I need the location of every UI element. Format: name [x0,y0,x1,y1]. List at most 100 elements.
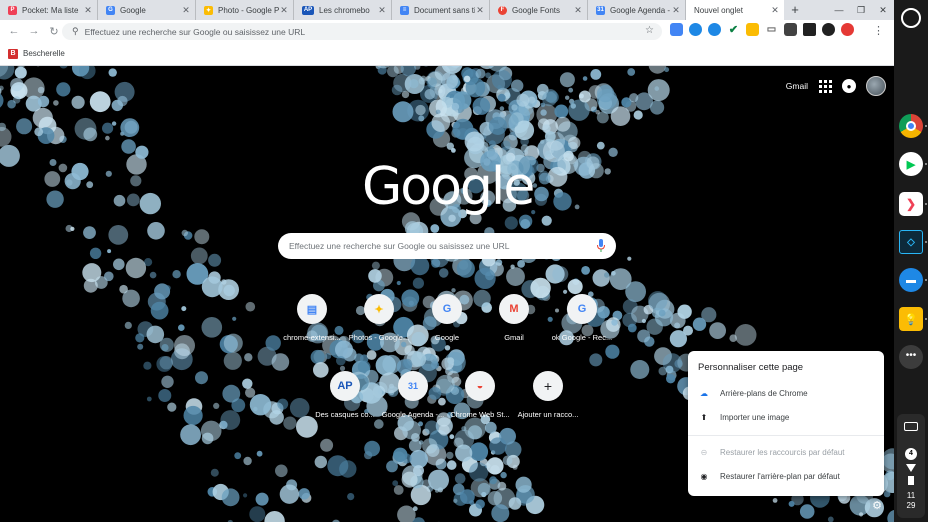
extension-record-icon[interactable] [841,23,854,36]
restore-button[interactable]: ❐ [850,0,872,20]
shortcut-casques[interactable]: AP Des casques co... [309,371,381,419]
shortcut-label: chrome-extensi... [283,333,341,342]
bubble [255,492,269,506]
launcher-button[interactable] [901,8,921,28]
bubble [677,304,692,319]
bubble [397,505,416,522]
bubble [501,140,511,151]
bubble [14,66,27,79]
play-store-icon[interactable]: ▶ [899,152,923,176]
close-icon[interactable]: ✕ [83,5,93,16]
shortcut-label: Chrome Web St... [450,410,510,419]
bubble [629,93,639,103]
extension-dark-icon[interactable] [822,23,835,36]
bubble [183,405,203,426]
bookmark-star-icon[interactable]: ☆ [645,25,654,36]
extension-translate-icon[interactable] [708,23,721,36]
close-icon[interactable]: ✕ [181,5,191,16]
tab-google-agenda[interactable]: 31 Google Agenda - ✕ [588,0,686,20]
keep-app-icon[interactable]: 💡 [899,307,923,331]
bubble [446,451,454,460]
close-icon[interactable]: ✕ [671,5,681,16]
gear-icon[interactable]: ⚙ [872,499,882,512]
shortcut-google-agenda[interactable]: 31 Google Agenda -... [377,371,449,419]
extension-docs-icon[interactable] [670,23,683,36]
customize-title: Personnaliser cette page [698,362,804,373]
microphone-icon[interactable] [597,239,605,253]
bubble [111,121,117,126]
bubble [610,106,631,126]
bubble [46,190,64,208]
close-icon[interactable]: ✕ [770,5,780,16]
shortcut-google[interactable]: G Google [411,294,483,342]
bubble [460,489,475,504]
extension-ruler-icon[interactable]: ▭ [765,23,778,36]
shortcut-ok-google[interactable]: G ok Google - Rec... [546,294,618,342]
shortcut-chrome-extensions[interactable]: ▤ chrome-extensi... [276,294,348,342]
close-icon[interactable]: ✕ [573,5,583,16]
tab-google[interactable]: G Google ✕ [98,0,196,20]
clock-minute: 29 [906,501,916,510]
close-icon[interactable]: ✕ [279,5,289,16]
omnibox[interactable]: ⚲ Effectuez une recherche sur Google ou … [62,23,662,40]
running-indicator [925,163,927,165]
bubble [16,118,33,135]
tab-new-tab[interactable]: Nouvel onglet ✕ [686,0,784,20]
shortcut-chrome-web-store[interactable]: ◒ Chrome Web St... [444,371,516,419]
pocket-app-icon[interactable]: ❯ [899,192,923,216]
restore-background-option[interactable]: ◉ Restaurer l'arrière-plan par défaut [688,464,884,488]
back-button[interactable]: ← [4,25,24,37]
chrome-app-icon[interactable] [899,114,923,138]
wifi-icon [906,464,916,472]
tab-google-fonts[interactable]: F Google Fonts ✕ [490,0,588,20]
bubble [210,468,219,477]
close-icon[interactable]: ✕ [475,5,485,16]
new-tab-button[interactable]: + [784,0,806,20]
extension-pocket-icon[interactable] [803,23,816,36]
extension-eraser-icon[interactable] [784,23,797,36]
bubble [161,344,169,352]
more-apps-icon[interactable]: ••• [899,345,923,369]
google-apps-icon[interactable] [818,79,832,93]
bubble [592,269,610,287]
tab-google-photos[interactable]: ✦ Photo - Google Ph ✕ [196,0,294,20]
upload-image-option[interactable]: ⬆ Importer une image [688,405,884,429]
bubble [424,420,439,435]
clock: 11 29 [897,491,925,511]
status-tray[interactable]: 4 11 29 [897,414,925,518]
reload-button[interactable]: ↻ [44,25,64,38]
google-icon: G [106,5,115,15]
tab-title: Photo - Google Ph [218,5,279,15]
gmail-link[interactable]: Gmail [786,81,808,91]
tab-pocket[interactable]: P Pocket: Ma liste ✕ [0,0,98,20]
extension-check-icon[interactable]: ✔ [727,23,740,36]
bubble [137,343,144,350]
bubble [249,394,272,416]
chrome-menu-icon[interactable]: ⋮ [873,24,884,37]
chrome-backgrounds-option[interactable]: ☁ Arrière-plans de Chrome [688,381,884,405]
close-window-button[interactable]: ✕ [872,0,894,20]
shortcut-gmail[interactable]: M Gmail [478,294,550,342]
forward-button[interactable]: → [24,25,44,37]
bubble [392,480,399,487]
bubble [234,452,242,460]
bubble [249,506,266,522]
extension-sync-icon[interactable] [689,23,702,36]
bubble [410,256,430,276]
files-app-icon[interactable]: ▬ [899,268,923,292]
notifications-bell-icon[interactable]: ● [842,79,856,93]
avatar[interactable] [866,76,886,96]
editor-app-icon[interactable]: ◇ [899,230,923,254]
minimize-button[interactable]: — [828,0,850,20]
tab-google-docs[interactable]: ≡ Document sans ti ✕ [392,0,490,20]
close-icon[interactable]: ✕ [377,5,387,16]
bubble [310,349,325,365]
bubble [486,457,504,475]
bubble [883,490,891,498]
shortcut-google-photos[interactable]: ✦ Photos - Google... [343,294,415,342]
extension-keep-icon[interactable] [746,23,759,36]
bookmark-bescherelle[interactable]: B Bescherelle [8,48,65,59]
add-shortcut-button[interactable]: + Ajouter un racco... [512,371,584,419]
tab-chromebooks[interactable]: AP Les chromebo ✕ [294,0,392,20]
ntp-search-input[interactable]: Effectuez une recherche sur Google ou sa… [278,233,616,259]
